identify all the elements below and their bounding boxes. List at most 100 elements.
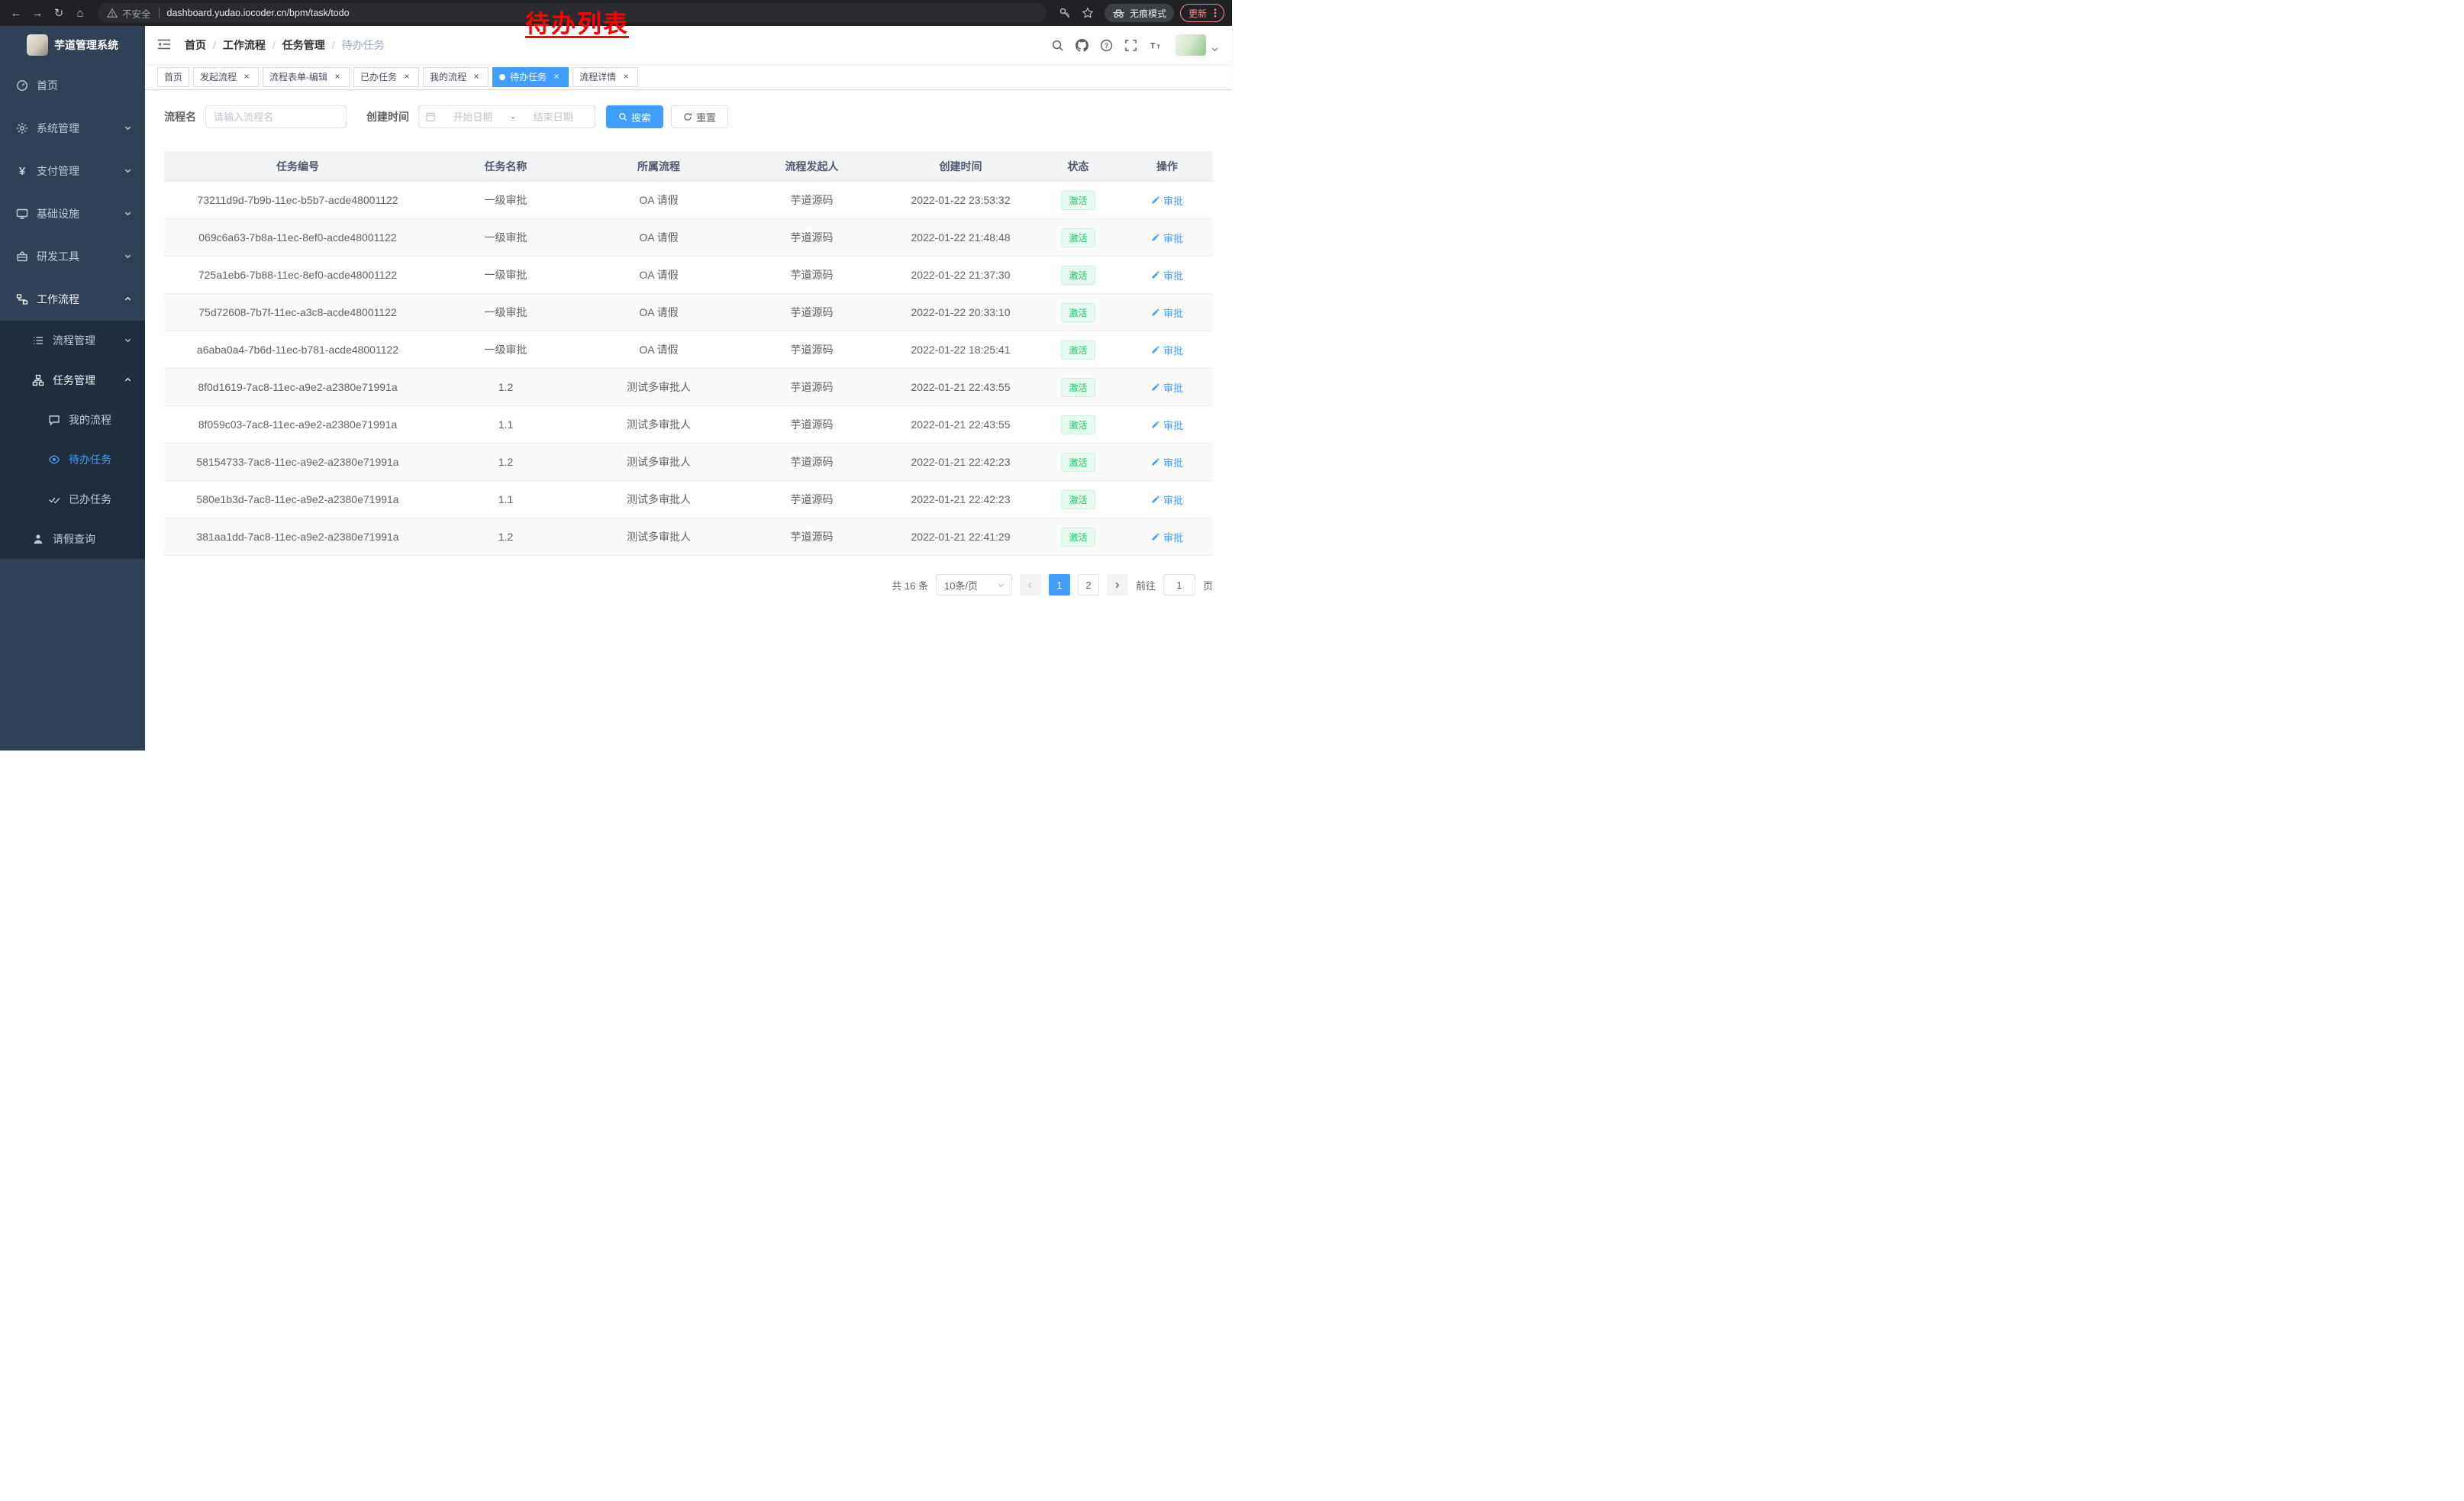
page-button-2[interactable]: 2 <box>1078 574 1099 596</box>
approve-button-label: 审批 <box>1163 268 1183 282</box>
goto-page-input[interactable] <box>1163 574 1195 596</box>
user-dropdown-caret-icon[interactable] <box>1211 45 1220 54</box>
browser-back-button[interactable]: ← <box>6 3 26 23</box>
approve-button[interactable]: 审批 <box>1151 231 1183 245</box>
sidebar-item-infrastructure[interactable]: 基础设施 <box>0 192 145 235</box>
page-content: 流程名 创建时间 - 搜索 重置 任务编号任务名称所属流程流程发起人创建时间状态… <box>145 90 1232 596</box>
process-name-input[interactable] <box>205 105 347 128</box>
sidebar-collapse-icon[interactable] <box>157 38 173 52</box>
breadcrumb-item-1[interactable]: 首页 <box>185 37 206 53</box>
approve-button[interactable]: 审批 <box>1151 455 1183 470</box>
address-bar[interactable]: 不安全 dashboard.yudao.iocoder.cn/bpm/task/… <box>98 3 1047 23</box>
cell-task-name: 一级审批 <box>431 294 580 331</box>
start-date-input[interactable] <box>437 111 508 123</box>
cell-status: 激活 <box>1035 518 1121 556</box>
page-size-select[interactable]: 10条/页 <box>936 574 1012 596</box>
fullscreen-icon[interactable] <box>1121 35 1140 55</box>
font-size-icon[interactable]: TT <box>1145 35 1165 55</box>
reset-button[interactable]: 重置 <box>671 105 728 128</box>
end-date-input[interactable] <box>518 111 589 123</box>
range-separator: - <box>510 111 516 123</box>
browser-refresh-button[interactable]: ↻ <box>49 3 69 23</box>
sidebar-item-workflow[interactable]: 工作流程 <box>0 278 145 321</box>
breadcrumb-separator: / <box>213 39 216 51</box>
approve-button[interactable]: 审批 <box>1151 380 1183 395</box>
gear-icon <box>15 121 29 135</box>
browser-home-button[interactable]: ⌂ <box>70 3 90 23</box>
sidebar-item-task-management[interactable]: 任务管理 <box>0 360 145 400</box>
page-button-1[interactable]: 1 <box>1049 574 1070 596</box>
approve-button[interactable]: 审批 <box>1151 193 1183 208</box>
chevron-down-icon <box>124 336 133 345</box>
update-button[interactable]: 更新 <box>1180 4 1224 22</box>
approve-button[interactable]: 审批 <box>1151 530 1183 544</box>
sidebar-item-process-management[interactable]: 流程管理 <box>0 321 145 360</box>
breadcrumb: 首页/工作流程/任务管理/待办任务 <box>185 37 385 53</box>
sidebar-item-label: 流程管理 <box>53 333 95 348</box>
search-button[interactable]: 搜索 <box>606 105 663 128</box>
sidebar-item-payment-management[interactable]: ¥支付管理 <box>0 150 145 192</box>
tab-my-processes[interactable]: 我的流程× <box>423 67 489 87</box>
close-icon[interactable]: × <box>241 72 252 82</box>
close-icon[interactable]: × <box>402 72 412 82</box>
approve-button[interactable]: 审批 <box>1151 268 1183 282</box>
approve-button[interactable]: 审批 <box>1151 492 1183 507</box>
bookmark-star-icon[interactable] <box>1077 3 1098 23</box>
close-icon[interactable]: × <box>551 72 562 82</box>
approve-button-label: 审批 <box>1163 193 1183 208</box>
prev-page-button[interactable] <box>1020 574 1041 596</box>
todo-task-table: 任务编号任务名称所属流程流程发起人创建时间状态操作 73211d9d-7b9b-… <box>164 151 1213 556</box>
column-header-2: 任务名称 <box>431 151 580 182</box>
sidebar-item-dev-tools[interactable]: 研发工具 <box>0 235 145 278</box>
breadcrumb-item-2[interactable]: 工作流程 <box>223 37 266 53</box>
cell-task-id: a6aba0a4-7b6d-11ec-b781-acde48001122 <box>164 331 431 369</box>
page-size-value: 10条/页 <box>944 578 978 592</box>
help-icon[interactable]: ? <box>1096 35 1116 55</box>
tab-process-form-edit[interactable]: 流程表单-编辑× <box>263 67 350 87</box>
date-range-picker[interactable]: - <box>418 105 595 128</box>
cell-status: 激活 <box>1035 331 1121 369</box>
cell-task-name: 1.2 <box>431 444 580 481</box>
close-icon[interactable]: × <box>332 72 343 82</box>
key-icon[interactable] <box>1054 3 1076 23</box>
chevron-up-icon <box>124 295 133 304</box>
close-icon[interactable]: × <box>621 72 631 82</box>
cell-initiator: 芋道源码 <box>737 182 886 219</box>
status-badge: 激活 <box>1061 341 1095 360</box>
browser-forward-button[interactable]: → <box>27 3 47 23</box>
cell-initiator: 芋道源码 <box>737 294 886 331</box>
address-url: dashboard.yudao.iocoder.cn/bpm/task/todo <box>167 8 350 18</box>
tab-process-detail[interactable]: 流程详情× <box>572 67 638 87</box>
sidebar-item-todo-tasks[interactable]: 待办任务 <box>0 440 145 479</box>
approve-button[interactable]: 审批 <box>1151 305 1183 320</box>
kebab-menu-icon[interactable] <box>1211 8 1220 18</box>
table-row: 069c6a63-7b8a-11ec-8ef0-acde48001122一级审批… <box>164 219 1213 257</box>
chevron-up-icon <box>124 376 133 385</box>
github-icon[interactable] <box>1072 35 1092 55</box>
tab-home[interactable]: 首页 <box>157 67 189 87</box>
app-logo[interactable]: 芋道管理系统 <box>0 26 145 64</box>
cell-create-time: 2022-01-22 23:53:32 <box>886 182 1035 219</box>
tab-start-process[interactable]: 发起流程× <box>193 67 259 87</box>
tab-todo-tasks[interactable]: 待办任务× <box>492 67 569 87</box>
tab-done-tasks[interactable]: 已办任务× <box>353 67 419 87</box>
next-page-button[interactable] <box>1107 574 1128 596</box>
sidebar-item-done-tasks[interactable]: 已办任务 <box>0 479 145 519</box>
close-icon[interactable]: × <box>471 72 482 82</box>
sidebar-item-system-management[interactable]: 系统管理 <box>0 107 145 150</box>
done-icon <box>47 492 61 506</box>
sidebar-item-leave-query[interactable]: 请假查询 <box>0 519 145 559</box>
create-time-label: 创建时间 <box>366 109 409 124</box>
cell-status: 激活 <box>1035 257 1121 294</box>
cell-actions: 审批 <box>1121 369 1213 406</box>
process-name-label: 流程名 <box>164 109 196 124</box>
cell-actions: 审批 <box>1121 219 1213 257</box>
sidebar-item-home[interactable]: 首页 <box>0 64 145 107</box>
approve-button[interactable]: 审批 <box>1151 343 1183 357</box>
search-icon[interactable] <box>1047 35 1067 55</box>
breadcrumb-item-3[interactable]: 任务管理 <box>282 37 325 53</box>
approve-button[interactable]: 审批 <box>1151 418 1183 432</box>
user-avatar[interactable] <box>1176 34 1206 56</box>
sidebar-item-my-processes[interactable]: 我的流程 <box>0 400 145 440</box>
page-buttons: 12 <box>1049 574 1099 596</box>
